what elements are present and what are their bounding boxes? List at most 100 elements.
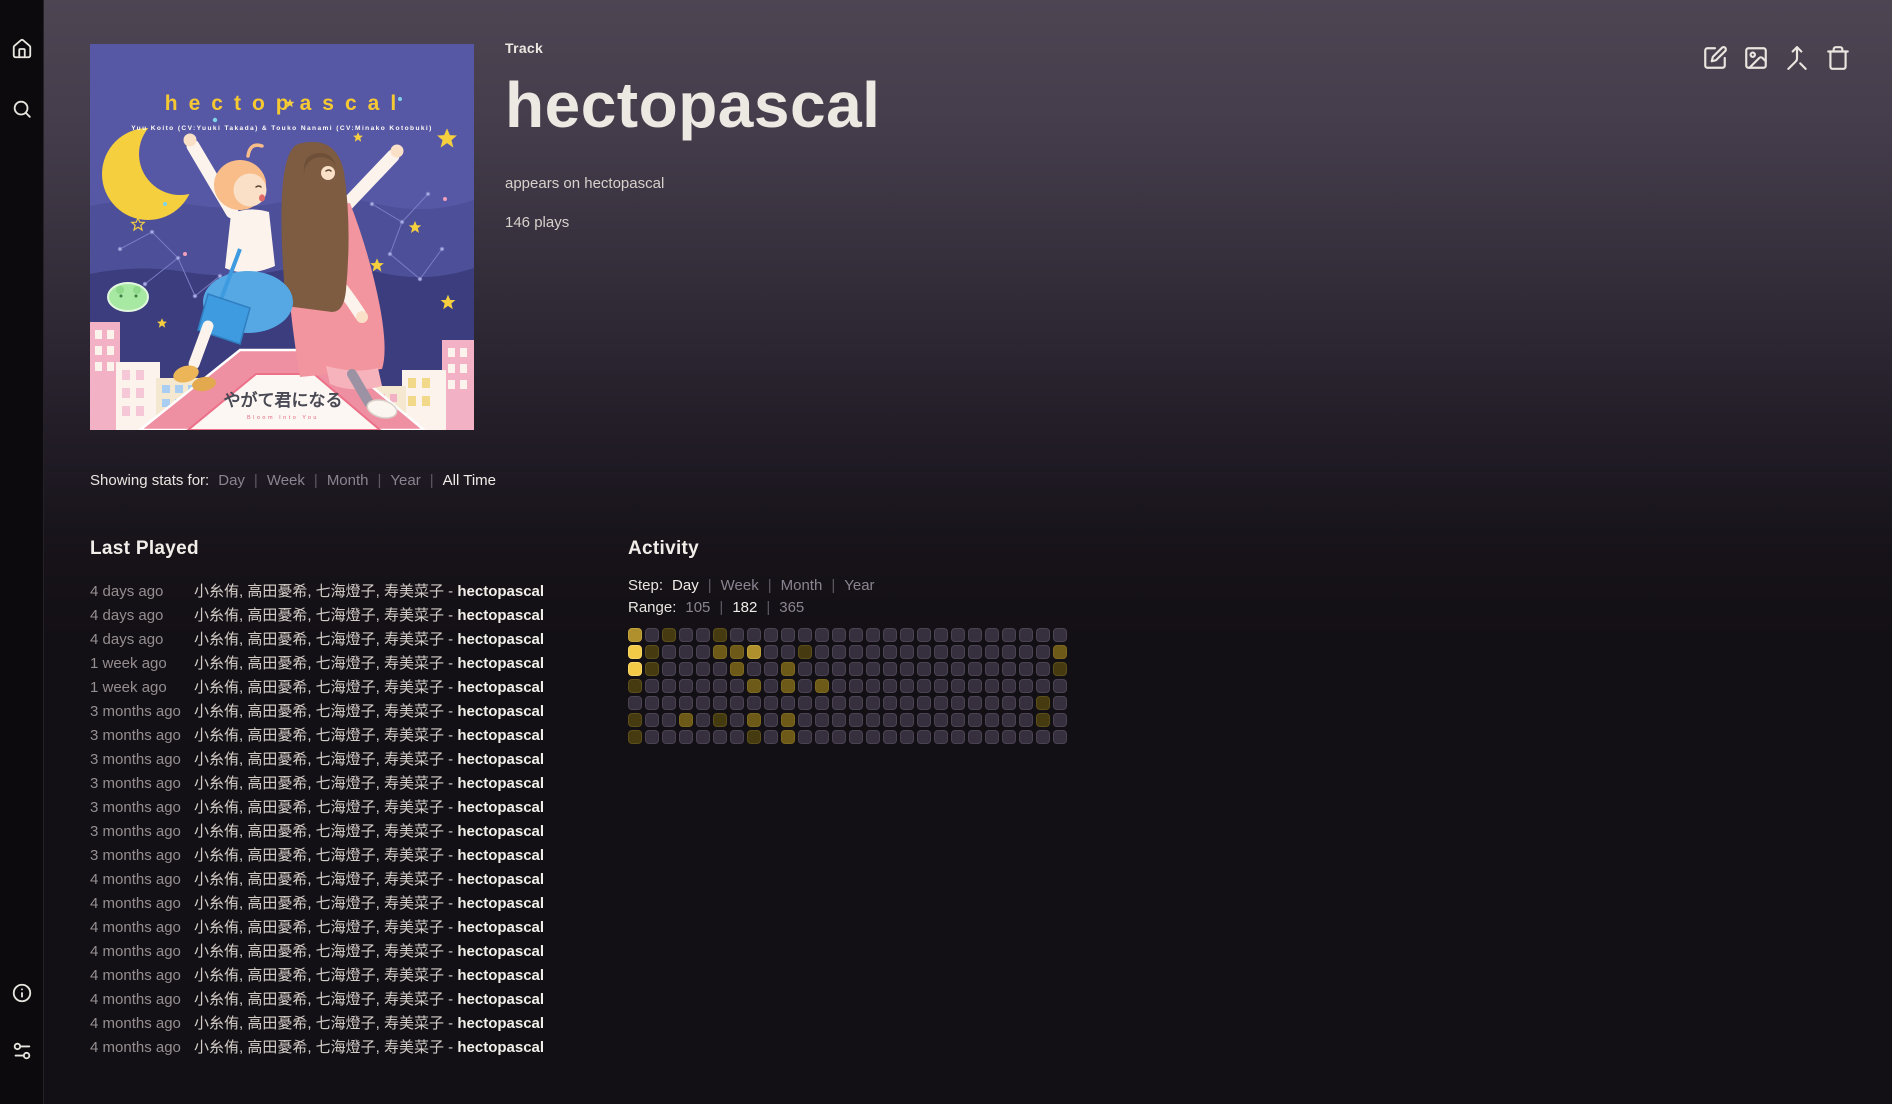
option-105[interactable]: 105 (685, 599, 710, 616)
heatmap-cell[interactable] (798, 645, 812, 659)
heatmap-cell[interactable] (815, 696, 829, 710)
scrobble-track[interactable]: hectopascal (457, 607, 544, 624)
scrobble-track[interactable]: hectopascal (457, 847, 544, 864)
scrobble-artists[interactable]: 小糸侑, 高田憂希, 七海燈子, 寿美菜子 (194, 895, 444, 912)
scrobble-track[interactable]: hectopascal (457, 1039, 544, 1056)
scrobble-track[interactable]: hectopascal (457, 895, 544, 912)
heatmap-cell[interactable] (849, 713, 863, 727)
heatmap-cell[interactable] (1036, 645, 1050, 659)
heatmap-cell[interactable] (1053, 662, 1067, 676)
heatmap-cell[interactable] (866, 628, 880, 642)
heatmap-cell[interactable] (628, 730, 642, 744)
heatmap-cell[interactable] (900, 696, 914, 710)
heatmap-cell[interactable] (764, 645, 778, 659)
heatmap-cell[interactable] (713, 713, 727, 727)
heatmap-cell[interactable] (1036, 628, 1050, 642)
heatmap-cell[interactable] (883, 713, 897, 727)
scrobble-artists[interactable]: 小糸侑, 高田憂希, 七海燈子, 寿美菜子 (194, 607, 444, 624)
heatmap-cell[interactable] (1019, 628, 1033, 642)
heatmap-cell[interactable] (900, 662, 914, 676)
heatmap-cell[interactable] (1002, 628, 1016, 642)
heatmap-cell[interactable] (1053, 713, 1067, 727)
scrobble-artists[interactable]: 小糸侑, 高田憂希, 七海燈子, 寿美菜子 (194, 943, 444, 960)
option-year[interactable]: Year (390, 472, 420, 489)
heatmap-cell[interactable] (951, 628, 965, 642)
appears-on-text[interactable]: appears on hectopascal (505, 175, 880, 192)
scrobble-artists[interactable]: 小糸侑, 高田憂希, 七海燈子, 寿美菜子 (194, 823, 444, 840)
heatmap-cell[interactable] (849, 645, 863, 659)
heatmap-cell[interactable] (628, 645, 642, 659)
heatmap-cell[interactable] (764, 730, 778, 744)
heatmap-cell[interactable] (662, 628, 676, 642)
heatmap-cell[interactable] (1002, 696, 1016, 710)
heatmap-cell[interactable] (985, 696, 999, 710)
heatmap-cell[interactable] (662, 679, 676, 693)
heatmap-cell[interactable] (951, 679, 965, 693)
heatmap-cell[interactable] (815, 730, 829, 744)
heatmap-cell[interactable] (781, 662, 795, 676)
heatmap-cell[interactable] (1036, 713, 1050, 727)
heatmap-cell[interactable] (934, 696, 948, 710)
heatmap-cell[interactable] (832, 713, 846, 727)
heatmap-cell[interactable] (883, 628, 897, 642)
scrobble-track[interactable]: hectopascal (457, 727, 544, 744)
heatmap-cell[interactable] (1019, 730, 1033, 744)
heatmap-cell[interactable] (781, 696, 795, 710)
heatmap-cell[interactable] (985, 679, 999, 693)
heatmap-cell[interactable] (968, 628, 982, 642)
heatmap-cell[interactable] (764, 696, 778, 710)
scrobble-track[interactable]: hectopascal (457, 871, 544, 888)
option-year[interactable]: Year (844, 577, 874, 594)
heatmap-cell[interactable] (900, 628, 914, 642)
scrobble-artists[interactable]: 小糸侑, 高田憂希, 七海燈子, 寿美菜子 (194, 775, 444, 792)
scrobble-track[interactable]: hectopascal (457, 655, 544, 672)
option-182[interactable]: 182 (732, 599, 757, 616)
heatmap-cell[interactable] (951, 713, 965, 727)
heatmap-cell[interactable] (713, 679, 727, 693)
option-month[interactable]: Month (781, 577, 823, 594)
heatmap-cell[interactable] (747, 628, 761, 642)
heatmap-cell[interactable] (900, 645, 914, 659)
heatmap-cell[interactable] (764, 679, 778, 693)
heatmap-cell[interactable] (968, 679, 982, 693)
heatmap-cell[interactable] (679, 628, 693, 642)
heatmap-cell[interactable] (645, 713, 659, 727)
heatmap-cell[interactable] (815, 662, 829, 676)
heatmap-cell[interactable] (883, 730, 897, 744)
heatmap-cell[interactable] (662, 696, 676, 710)
heatmap-cell[interactable] (798, 713, 812, 727)
heatmap-cell[interactable] (1002, 662, 1016, 676)
heatmap-cell[interactable] (696, 628, 710, 642)
info-button[interactable] (9, 980, 35, 1006)
heatmap-cell[interactable] (747, 679, 761, 693)
heatmap-cell[interactable] (968, 645, 982, 659)
heatmap-cell[interactable] (1002, 713, 1016, 727)
heatmap-cell[interactable] (917, 645, 931, 659)
heatmap-cell[interactable] (1019, 662, 1033, 676)
option-month[interactable]: Month (327, 472, 369, 489)
heatmap-cell[interactable] (696, 679, 710, 693)
heatmap-cell[interactable] (628, 628, 642, 642)
edit-button[interactable] (1701, 44, 1729, 72)
heatmap-cell[interactable] (645, 730, 659, 744)
option-day[interactable]: Day (672, 577, 699, 594)
heatmap-cell[interactable] (1019, 713, 1033, 727)
heatmap-cell[interactable] (730, 679, 744, 693)
option-all-time[interactable]: All Time (443, 472, 496, 489)
heatmap-cell[interactable] (1002, 730, 1016, 744)
heatmap-cell[interactable] (747, 662, 761, 676)
heatmap-cell[interactable] (985, 730, 999, 744)
scrobble-artists[interactable]: 小糸侑, 高田憂希, 七海燈子, 寿美菜子 (194, 1015, 444, 1032)
scrobble-artists[interactable]: 小糸侑, 高田憂希, 七海燈子, 寿美菜子 (194, 847, 444, 864)
heatmap-cell[interactable] (798, 696, 812, 710)
scrobble-artists[interactable]: 小糸侑, 高田憂希, 七海燈子, 寿美菜子 (194, 655, 444, 672)
heatmap-cell[interactable] (781, 679, 795, 693)
heatmap-cell[interactable] (866, 696, 880, 710)
option-365[interactable]: 365 (779, 599, 804, 616)
heatmap-cell[interactable] (747, 730, 761, 744)
heatmap-cell[interactable] (1019, 645, 1033, 659)
heatmap-cell[interactable] (934, 713, 948, 727)
heatmap-cell[interactable] (662, 662, 676, 676)
heatmap-cell[interactable] (866, 679, 880, 693)
heatmap-cell[interactable] (866, 730, 880, 744)
